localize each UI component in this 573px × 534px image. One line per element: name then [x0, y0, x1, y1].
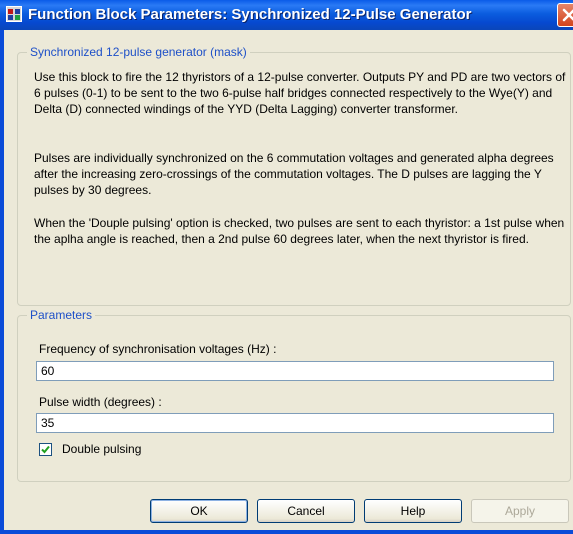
description-paragraph-1: Use this block to fire the 12 thyristors…	[34, 70, 566, 116]
title-bar[interactable]: Function Block Parameters: Synchronized …	[0, 0, 573, 30]
frequency-input[interactable]	[36, 361, 554, 381]
window-title: Function Block Parameters: Synchronized …	[28, 6, 472, 23]
apply-button[interactable]: Apply	[471, 499, 569, 523]
dialog-window: Function Block Parameters: Synchronized …	[0, 0, 573, 534]
close-button[interactable]	[557, 3, 573, 27]
simulink-block-icon	[6, 6, 22, 22]
checkmark-icon	[41, 445, 50, 454]
description-paragraph-3: When the 'Douple pulsing' option is chec…	[34, 216, 565, 246]
mask-description-group: Synchronized 12-pulse generator (mask) U…	[17, 45, 571, 306]
close-icon	[562, 8, 573, 22]
double-pulsing-checkbox[interactable]	[39, 443, 52, 456]
mask-legend: Synchronized 12-pulse generator (mask)	[27, 45, 250, 59]
ok-button[interactable]: OK	[150, 499, 248, 523]
parameters-legend: Parameters	[27, 308, 96, 322]
cancel-button[interactable]: Cancel	[257, 499, 355, 523]
help-button[interactable]: Help	[364, 499, 462, 523]
parameters-group: Parameters Frequency of synchronisation …	[17, 308, 571, 482]
window-frame-left	[0, 30, 4, 534]
frequency-label: Frequency of synchronisation voltages (H…	[39, 342, 277, 356]
window-frame-bottom	[0, 530, 573, 534]
pulse-width-input[interactable]	[36, 413, 554, 433]
pulse-width-label: Pulse width (degrees) :	[39, 395, 162, 409]
description-paragraph-2: Pulses are individually synchronized on …	[34, 151, 554, 197]
double-pulsing-label[interactable]: Double pulsing	[62, 442, 141, 456]
